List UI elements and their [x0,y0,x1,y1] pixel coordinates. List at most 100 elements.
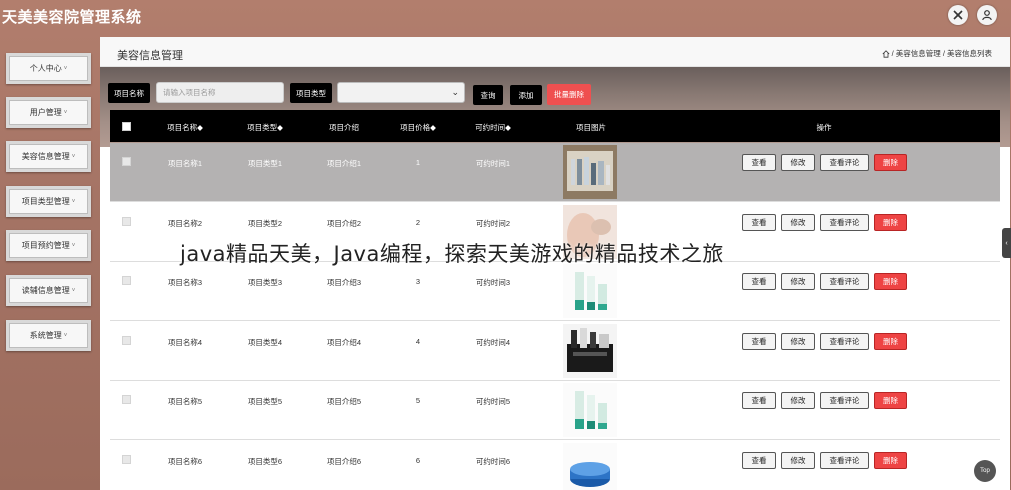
row-checkbox[interactable] [122,276,131,285]
sidebar-item-label: 美容信息管理 [21,152,70,161]
row-checkbox[interactable] [122,157,131,166]
breadcrumb: / 美容信息管理 / 美容信息列表 [882,48,992,59]
view-button[interactable]: 查看 [742,332,776,350]
side-expand-handle[interactable]: ‹ [1002,228,1011,258]
project-image[interactable] [563,442,617,490]
column-header[interactable]: 项目价格◆ [400,122,436,133]
sidebar-item-label: 个人中心 [29,64,62,73]
chevron-down-icon: ˅ [71,242,76,249]
row-checkbox[interactable] [122,335,131,345]
edit-button[interactable]: 修改 [781,332,815,350]
settings-cross-icon[interactable] [948,5,968,25]
cell-type: 项目类型4 [247,337,283,347]
project-image[interactable] [563,383,617,437]
batch-delete-button[interactable]: 批量删除 [547,84,591,105]
chevron-down-icon: ˅ [71,198,76,205]
cell-intro: 项目介绍3 [326,278,362,287]
user-icon[interactable] [977,5,997,25]
edit-button[interactable]: 修改 [781,392,815,409]
query-button[interactable]: 查询 [473,85,503,105]
select-all-checkbox[interactable] [122,122,131,131]
sidebar-item-personal-center[interactable]: 个人中心 ˅ [6,53,91,84]
view-comments-button[interactable]: 查看评论 [820,332,869,350]
sidebar-item-label: 用户管理 [29,108,62,117]
cell-name: 项目名称4 [167,337,203,347]
edit-button[interactable]: 修改 [781,273,815,290]
breadcrumb-item: / 美容信息列表 [942,49,992,58]
table-row[interactable]: 项目名称4 项目类型4 项目介绍4 4 可约时间4 查看 修改 查看评论 删除 [110,321,1000,381]
table-row[interactable]: 项目名称3 项目类型3 项目介绍3 3 可约时间3 查看 修改 查看评论 删除 [110,262,1000,321]
edit-button[interactable]: 修改 [781,451,815,469]
delete-button[interactable]: 删除 [874,332,907,350]
add-button[interactable]: 添加 [510,85,542,105]
view-button[interactable]: 查看 [742,392,776,409]
sidebar: 个人中心 ˅ 用户管理 ˅ 美容信息管理 ˅ 项目类型管理 ˅ 项目预约管理 ˅ 读辅信息… [0,40,100,490]
view-comments-button[interactable]: 查看评论 [820,451,869,469]
type-select[interactable]: ⌄ [337,82,465,103]
edit-button[interactable]: 修改 [781,154,815,171]
delete-button[interactable]: 删除 [874,392,907,409]
cell-type: 项目类型2 [247,218,283,228]
name-search-input[interactable]: 请输入项目名称 [156,82,284,103]
name-label: 项目名称 [108,83,150,103]
column-header[interactable]: 可约时间◆ [475,122,511,133]
cell-name: 项目名称1 [167,159,203,168]
delete-button[interactable]: 删除 [874,273,907,290]
column-header[interactable]: 项目类型◆ [247,122,283,133]
sidebar-item-system[interactable]: 系统管理 ˅ [6,320,91,351]
cell-type: 项目类型3 [247,278,283,287]
row-checkbox[interactable] [122,216,131,226]
view-comments-button[interactable]: 查看评论 [820,154,869,171]
cell-time: 可约时间6 [475,456,511,466]
top-bar: 天美美容院管理系统 [0,0,1011,34]
sidebar-item-beauty-info[interactable]: 美容信息管理 ˅ [6,141,91,172]
table-header: 项目名称◆ 项目类型◆ 项目介绍 项目价格◆ 可约时间◆ 项目图片 操作 [110,110,1000,142]
row-checkbox[interactable] [122,454,131,464]
column-header[interactable]: 项目名称◆ [167,122,203,133]
cell-time: 可约时间2 [475,218,511,228]
sidebar-item-project-booking[interactable]: 项目预约管理 ˅ [6,230,91,261]
project-image[interactable] [563,145,617,199]
chevron-down-icon: ˅ [63,332,68,339]
cell-time: 可约时间1 [475,159,511,168]
view-button[interactable]: 查看 [742,273,776,290]
table-row[interactable]: 项目名称1 项目类型1 项目介绍1 1 可约时间1 查看 修改 查看评论 删除 [110,143,1000,202]
cell-price: 2 [415,217,421,227]
breadcrumb-item[interactable]: / 美容信息管理 [892,48,941,59]
edit-button[interactable]: 修改 [781,213,815,231]
view-button[interactable]: 查看 [742,213,776,231]
type-label: 项目类型 [290,83,332,103]
delete-button[interactable]: 删除 [874,451,907,469]
sidebar-item-project-type[interactable]: 项目类型管理 ˅ [6,186,91,217]
view-button[interactable]: 查看 [742,154,776,171]
sidebar-item-label: 读辅信息管理 [21,286,70,295]
back-to-top-button[interactable]: Top [974,460,996,482]
view-comments-button[interactable]: 查看评论 [820,392,869,409]
delete-button[interactable]: 删除 [874,154,907,171]
home-icon[interactable] [882,49,890,58]
row-checkbox[interactable] [122,395,131,404]
table-row[interactable]: 项目名称5 项目类型5 项目介绍5 5 可约时间5 查看 修改 查看评论 删除 [110,381,1000,440]
cell-name: 项目名称2 [167,218,203,228]
cell-time: 可约时间3 [475,278,511,287]
project-image[interactable] [563,264,617,318]
sidebar-item-label: 项目类型管理 [21,197,70,206]
column-header: 项目介绍 [329,123,359,132]
table-row[interactable]: 项目名称6 项目类型6 项目介绍6 6 可约时间6 查看 修改 查看评论 删除 [110,440,1000,490]
view-button[interactable]: 查看 [742,451,776,469]
cell-intro: 项目介绍6 [326,456,362,466]
cell-intro: 项目介绍5 [326,397,362,406]
chevron-down-icon: ˅ [71,287,76,294]
main-panel: 美容信息管理 / 美容信息管理 / 美容信息列表 项目名称 请输入项目名称 项目… [100,37,1010,490]
view-comments-button[interactable]: 查看评论 [820,213,869,231]
cell-intro: 项目介绍4 [326,337,362,347]
view-comments-button[interactable]: 查看评论 [820,273,869,290]
sidebar-item-user-management[interactable]: 用户管理 ˅ [6,97,91,128]
delete-button[interactable]: 删除 [874,213,907,231]
cell-price: 6 [415,455,421,465]
project-image[interactable] [563,323,617,378]
sidebar-item-other-info[interactable]: 读辅信息管理 ˅ [6,275,91,306]
chevron-down-icon: ⌄ [451,87,459,97]
chevron-down-icon: ˅ [63,65,68,72]
cell-type: 项目类型5 [247,397,283,406]
